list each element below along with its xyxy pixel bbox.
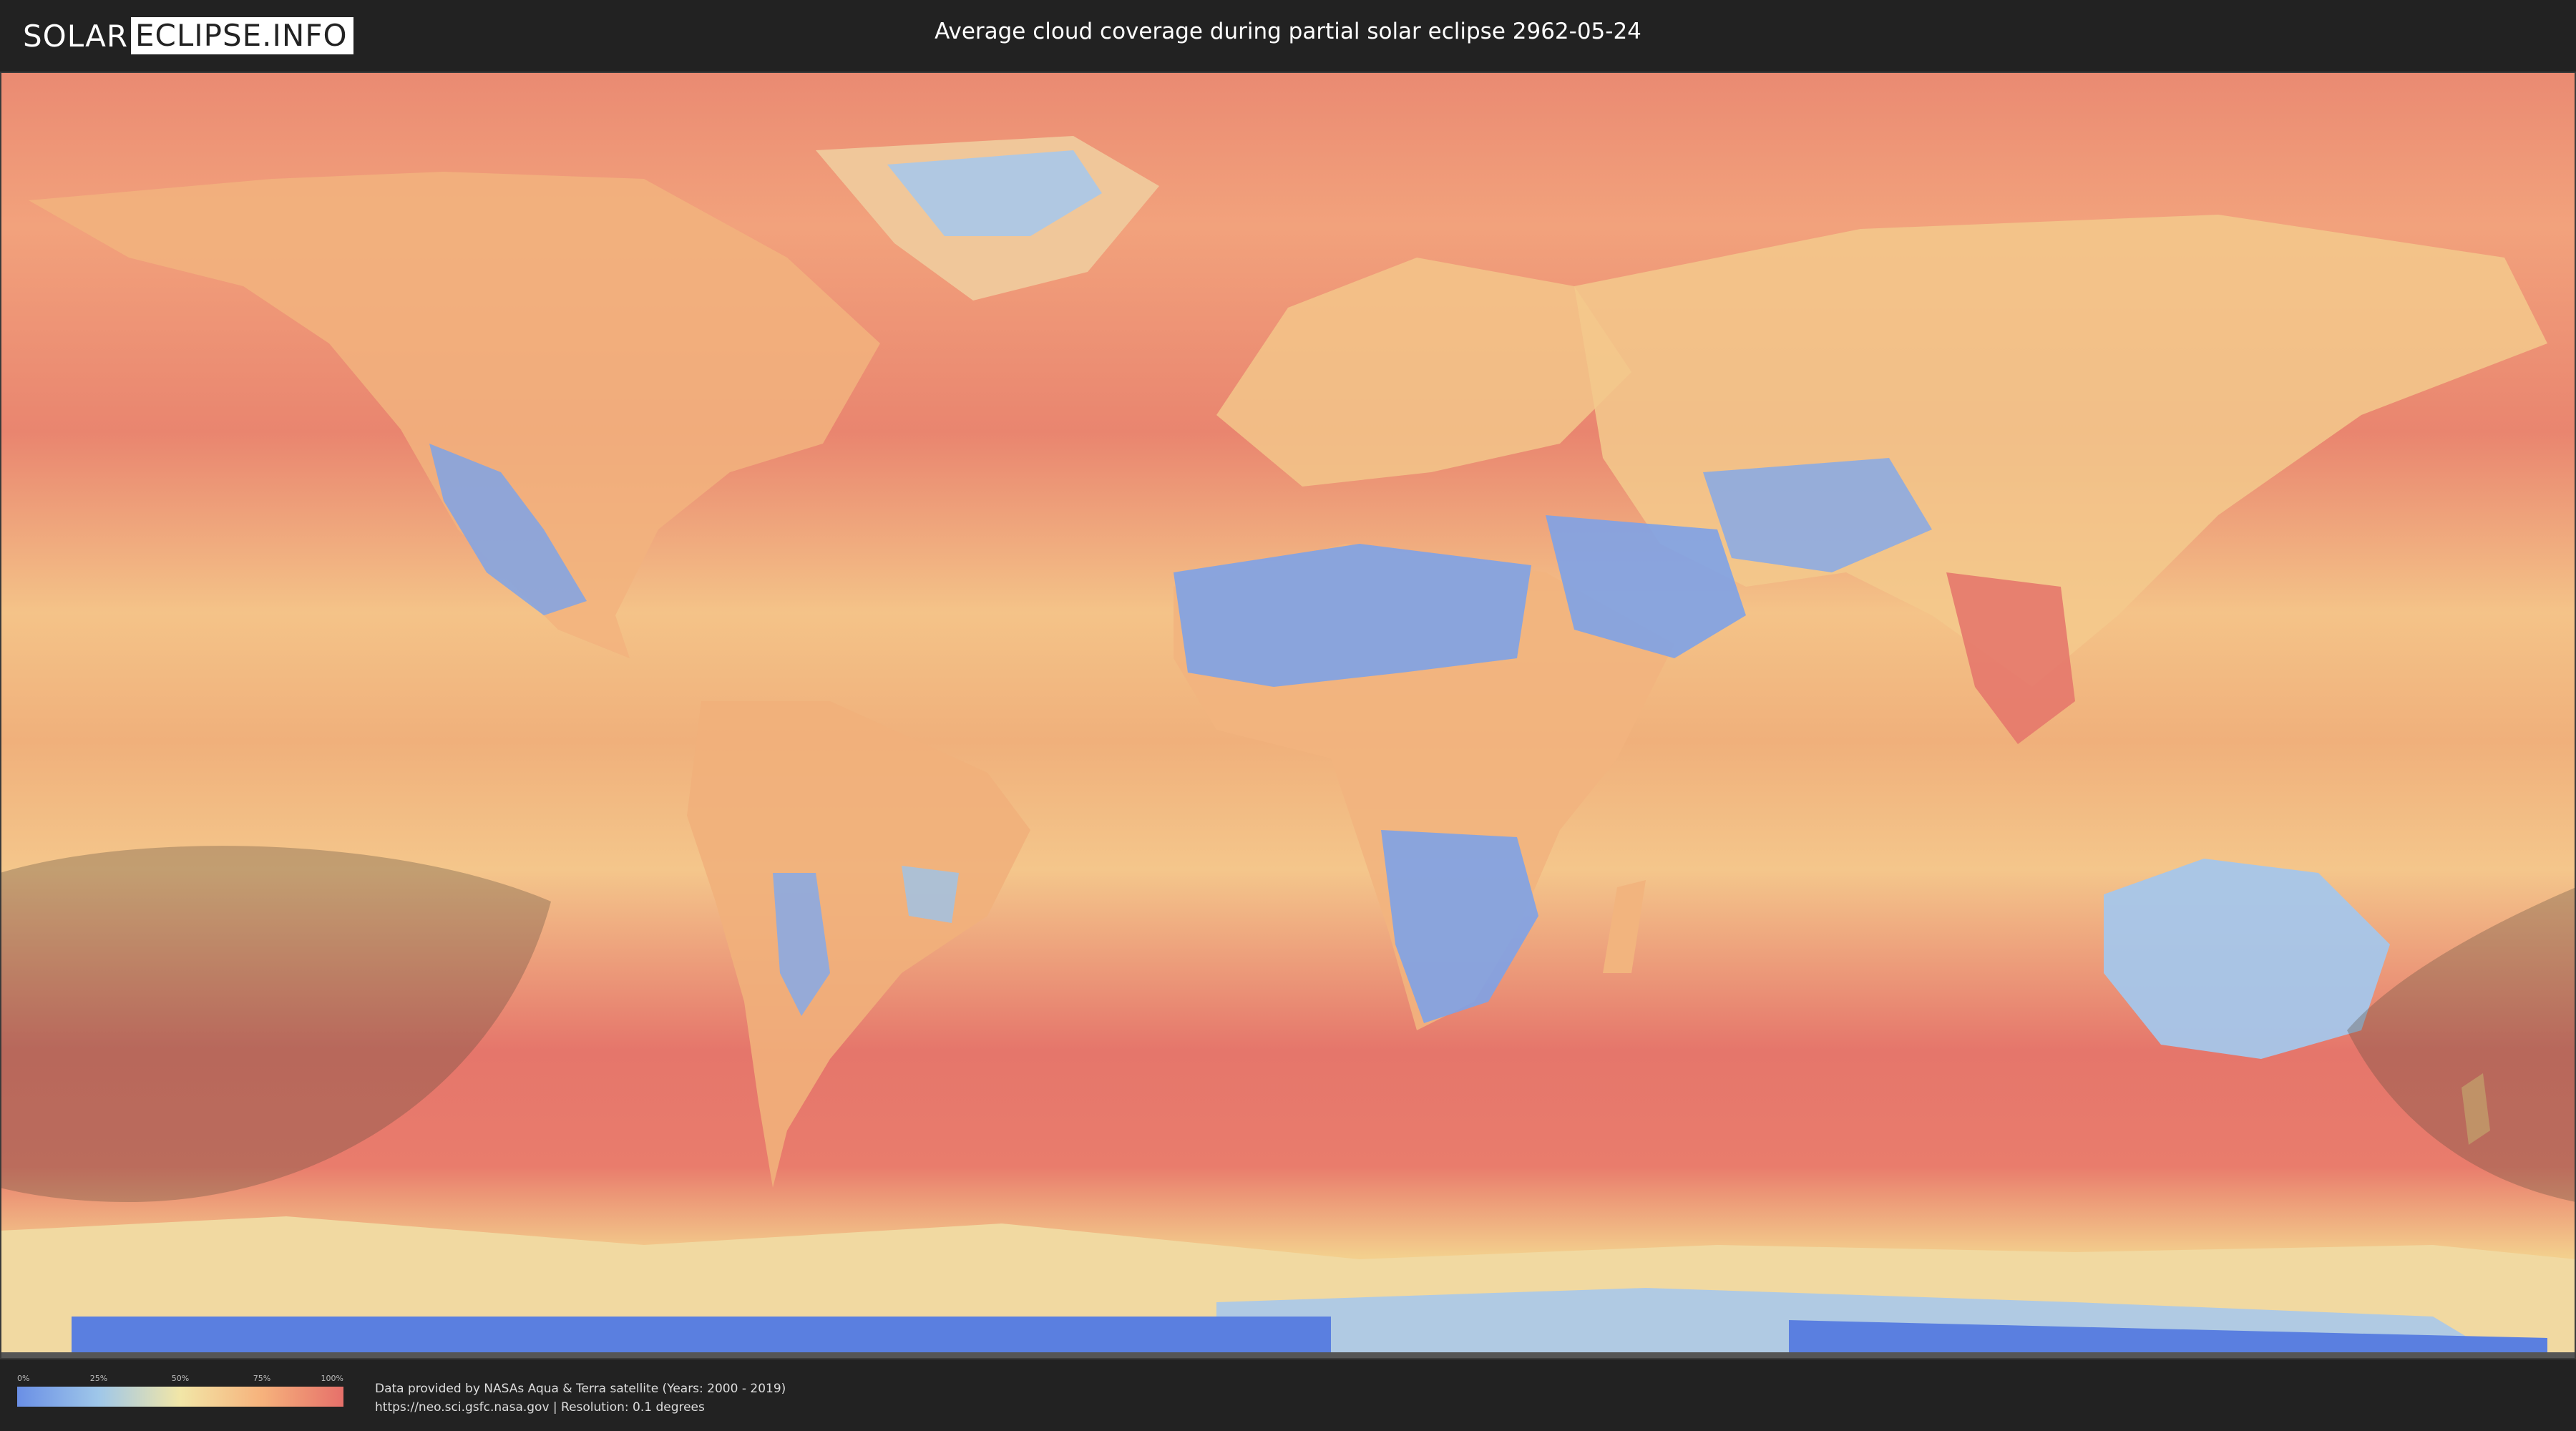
legend-tick-0: 0%	[17, 1374, 30, 1383]
legend-tick-100: 100%	[321, 1374, 343, 1383]
map-svg	[0, 72, 2576, 1359]
legend-tick-50: 50%	[171, 1374, 190, 1383]
data-credits: Data provided by NASAs Aqua & Terra sate…	[375, 1379, 786, 1417]
page-title: Average cloud coverage during partial so…	[935, 19, 1641, 44]
legend-color-bar	[17, 1387, 343, 1407]
credits-line-2[interactable]: https://neo.sci.gsfc.nasa.gov | Resoluti…	[375, 1398, 786, 1417]
brazil-dry-zone	[902, 866, 959, 923]
legend-tick-75: 75%	[253, 1374, 271, 1383]
cloud-coverage-legend: 0% 25% 50% 75% 100%	[17, 1374, 343, 1417]
footer-bar: 0% 25% 50% 75% 100% Data provided by NAS…	[0, 1359, 2576, 1431]
legend-tick-25: 25%	[89, 1374, 108, 1383]
header-bar: SOLAR ECLIPSE.INFO Average cloud coverag…	[0, 0, 2576, 72]
cloud-coverage-map	[0, 72, 2576, 1359]
legend-ticks: 0% 25% 50% 75% 100%	[17, 1374, 343, 1385]
credits-line-1: Data provided by NASAs Aqua & Terra sate…	[375, 1382, 786, 1396]
antarctica-bottom-strip	[72, 1317, 1331, 1352]
